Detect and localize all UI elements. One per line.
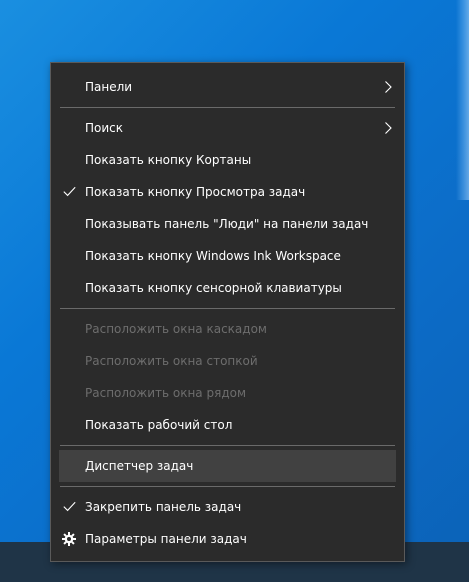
menu-separator <box>60 308 395 309</box>
gear-icon <box>62 523 76 555</box>
menu-item-label: Расположить окна рядом <box>85 386 247 400</box>
menu-item-label: Панели <box>85 80 133 94</box>
menu-item-label: Показать рабочий стол <box>85 418 233 432</box>
menu-item-label: Показать кнопку Кортаны <box>85 153 252 167</box>
menu-item-label: Показать кнопку Windows Ink Workspace <box>85 249 341 263</box>
menu-item-toolbars[interactable]: Панели <box>59 71 396 103</box>
menu-item-label: Показать кнопку сенсорной клавиатуры <box>85 281 342 295</box>
menu-item-label: Параметры панели задач <box>85 532 247 546</box>
menu-separator <box>60 486 395 487</box>
menu-item-label: Расположить окна стопкой <box>85 354 258 368</box>
menu-item-label: Закрепить панель задач <box>85 500 242 514</box>
menu-separator <box>60 107 395 108</box>
menu-item-side-by-side-windows: Расположить окна рядом <box>59 377 396 409</box>
menu-item-label: Расположить окна каскадом <box>85 322 267 336</box>
menu-item-taskbar-settings[interactable]: Параметры панели задач <box>59 523 396 555</box>
taskbar-context-menu: Панели Поиск Показать кнопку Кортаны Пок… <box>50 62 405 562</box>
menu-item-lock-taskbar[interactable]: Закрепить панель задач <box>59 491 396 523</box>
checkmark-icon <box>63 176 77 208</box>
menu-separator <box>60 445 395 446</box>
menu-item-label: Поиск <box>85 121 124 135</box>
menu-item-cascade-windows: Расположить окна каскадом <box>59 313 396 345</box>
menu-item-search[interactable]: Поиск <box>59 112 396 144</box>
menu-item-show-people-on-taskbar[interactable]: Показывать панель "Люди" на панели задач <box>59 208 396 240</box>
menu-item-label: Показывать панель "Люди" на панели задач <box>85 217 369 231</box>
menu-item-show-cortana-button[interactable]: Показать кнопку Кортаны <box>59 144 396 176</box>
desktop-light-glow <box>456 0 469 200</box>
menu-item-task-manager[interactable]: Диспетчер задач <box>59 450 396 482</box>
chevron-right-icon <box>384 112 394 144</box>
menu-item-label: Диспетчер задач <box>85 459 194 473</box>
menu-item-show-touch-keyboard-button[interactable]: Показать кнопку сенсорной клавиатуры <box>59 272 396 304</box>
menu-item-label: Показать кнопку Просмотра задач <box>85 185 306 199</box>
menu-item-show-desktop[interactable]: Показать рабочий стол <box>59 409 396 441</box>
menu-item-stack-windows: Расположить окна стопкой <box>59 345 396 377</box>
checkmark-icon <box>63 491 77 523</box>
menu-item-show-task-view-button[interactable]: Показать кнопку Просмотра задач <box>59 176 396 208</box>
chevron-right-icon <box>384 71 394 103</box>
menu-item-show-windows-ink-button[interactable]: Показать кнопку Windows Ink Workspace <box>59 240 396 272</box>
